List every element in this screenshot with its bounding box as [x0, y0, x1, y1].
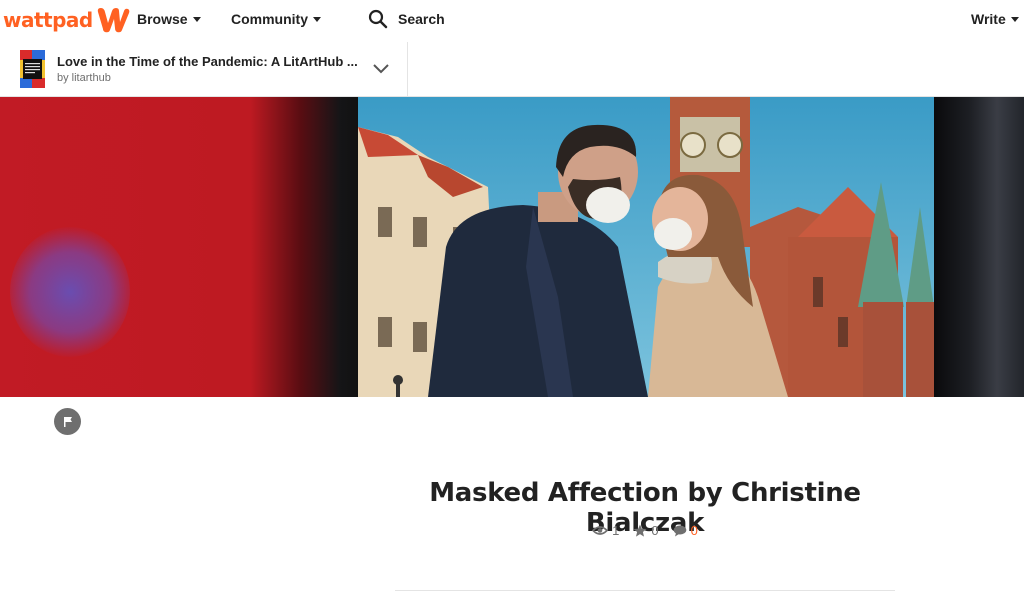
- votes-stat: 0: [633, 523, 659, 538]
- logo-wordmark: wattpad: [3, 8, 93, 32]
- caret-down-icon: [1010, 16, 1019, 22]
- views-stat: 1: [592, 523, 619, 538]
- banner-blur-spot: [10, 227, 130, 357]
- write-label: Write: [971, 11, 1006, 27]
- search-label: Search: [398, 11, 445, 27]
- comments-stat[interactable]: 0: [673, 523, 698, 538]
- flag-icon: [63, 416, 72, 427]
- part-stats: 1 0 0: [345, 523, 945, 538]
- browse-label: Browse: [137, 11, 188, 27]
- story-banner: [0, 97, 1024, 397]
- wattpad-logo[interactable]: wattpad: [3, 6, 131, 34]
- votes-count: 0: [651, 523, 659, 538]
- comment-icon: [673, 525, 686, 536]
- community-menu[interactable]: Community: [231, 11, 321, 27]
- views-count: 1: [612, 523, 620, 538]
- story-title[interactable]: Love in the Time of the Pandemic: A LitA…: [57, 54, 367, 69]
- report-button[interactable]: [54, 408, 81, 435]
- community-label: Community: [231, 11, 308, 27]
- write-menu[interactable]: Write: [971, 11, 1019, 27]
- caret-down-icon: [192, 16, 201, 22]
- top-nav: wattpad Browse Community Search Write: [0, 0, 1024, 42]
- browse-menu[interactable]: Browse: [137, 11, 201, 27]
- search-icon: [368, 9, 388, 29]
- story-header[interactable]: Love in the Time of the Pandemic: A LitA…: [0, 42, 408, 97]
- story-cover: [20, 50, 45, 88]
- content-divider: [395, 590, 895, 591]
- star-icon: [633, 524, 647, 537]
- story-author[interactable]: by litarthub: [57, 72, 111, 84]
- caret-down-icon: [313, 16, 321, 22]
- search-button[interactable]: Search: [368, 9, 445, 29]
- chevron-down-icon[interactable]: [372, 63, 390, 75]
- comments-count: 0: [690, 523, 698, 538]
- banner-photo: [358, 97, 934, 397]
- banner-right-fill: [934, 97, 1024, 397]
- eye-icon: [592, 526, 609, 535]
- wattpad-logo-icon: [97, 8, 130, 33]
